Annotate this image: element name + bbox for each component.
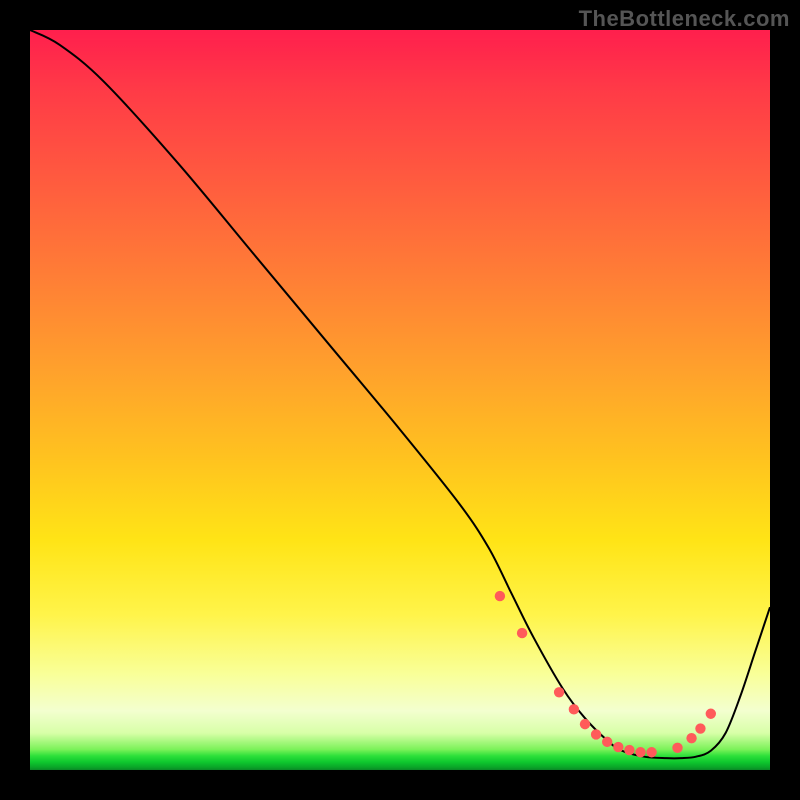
marker-dot [517,628,527,638]
marker-dot [580,719,590,729]
marker-dot [706,709,716,719]
marker-dot [695,723,705,733]
marker-dot [624,745,634,755]
marker-dot [602,737,612,747]
figure-root: TheBottleneck.com [0,0,800,800]
marker-dot [569,704,579,714]
chart-overlay [30,30,770,770]
marker-dot [635,747,645,757]
marker-dot [495,591,505,601]
marker-dot [672,743,682,753]
plot-area [30,30,770,770]
marker-dot [613,742,623,752]
marker-group [495,591,716,758]
marker-dot [591,729,601,739]
marker-dot [646,747,656,757]
marker-dot [554,687,564,697]
watermark-text: TheBottleneck.com [579,6,790,32]
marker-dot [686,733,696,743]
curve-line [30,30,770,758]
